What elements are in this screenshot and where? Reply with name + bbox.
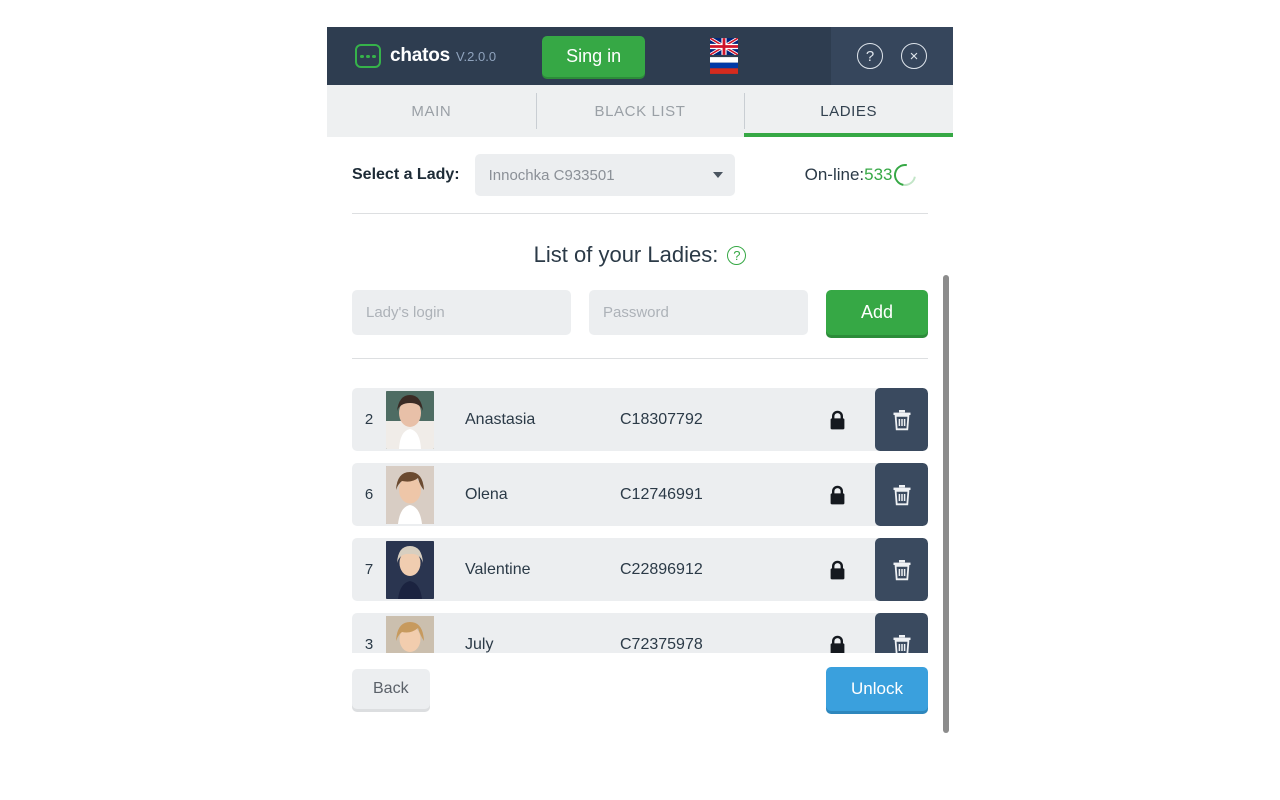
- english-flag-icon[interactable]: [710, 38, 739, 55]
- delete-button[interactable]: [875, 613, 928, 653]
- row-number: 3: [364, 636, 374, 653]
- online-count: 533: [864, 165, 893, 184]
- help-icon[interactable]: ?: [857, 43, 883, 69]
- titlebar: chatos V.2.0.0 Sing in ? ×: [327, 27, 953, 85]
- ladies-list: 2 Anastasia C18307792 6 Olena C12746991 …: [352, 365, 928, 653]
- row-number: 2: [364, 411, 374, 428]
- brand-version: V.2.0.0: [456, 48, 497, 64]
- select-lady-row: Select a Lady: Innochka C933501 On-line:…: [352, 137, 928, 213]
- sign-in-button[interactable]: Sing in: [542, 35, 646, 77]
- lady-code: C12746991: [620, 485, 703, 503]
- list-title: List of your Ladies: ?: [352, 214, 928, 290]
- brand-logo: chatos V.2.0.0: [355, 44, 496, 68]
- language-selector[interactable]: [710, 38, 739, 74]
- question-mark-icon[interactable]: ?: [727, 245, 747, 265]
- lady-name: Olena: [465, 485, 508, 503]
- row-number: 6: [364, 486, 374, 503]
- row-number: 7: [364, 561, 374, 578]
- unlock-button[interactable]: Unlock: [826, 667, 928, 711]
- scrollbar-track[interactable]: [943, 275, 949, 733]
- table-row[interactable]: 6 Olena C12746991: [352, 463, 928, 526]
- lady-password-input[interactable]: [589, 290, 808, 335]
- app-window: chatos V.2.0.0 Sing in ? × MAIN BLACK LI…: [327, 27, 953, 800]
- avatar: [386, 465, 434, 524]
- back-button[interactable]: Back: [352, 669, 430, 709]
- chatos-logo-icon: [355, 44, 381, 68]
- tab-main[interactable]: MAIN: [327, 85, 536, 137]
- close-icon[interactable]: ×: [901, 43, 927, 69]
- online-label: On-line:: [804, 165, 865, 184]
- trash-icon: [893, 559, 910, 580]
- lady-name: Valentine: [465, 560, 531, 578]
- lady-code: C22896912: [620, 560, 703, 578]
- tab-bar: MAIN BLACK LIST LADIES: [327, 85, 953, 137]
- avatar: [386, 540, 434, 599]
- tab-black-list[interactable]: BLACK LIST: [535, 85, 745, 137]
- russian-flag-icon[interactable]: [710, 57, 739, 74]
- brand-name: chatos: [390, 45, 451, 66]
- delete-button[interactable]: [875, 463, 928, 526]
- footer-actions: Back Unlock: [352, 653, 928, 711]
- lady-login-input[interactable]: [352, 290, 571, 335]
- online-status: On-line: 533: [804, 159, 920, 191]
- table-row[interactable]: 3 July C72375978: [352, 613, 928, 653]
- trash-icon: [893, 409, 910, 430]
- add-button[interactable]: Add: [826, 290, 928, 335]
- add-lady-form: Add: [352, 290, 928, 335]
- lock-icon: [830, 410, 845, 429]
- lady-name: Anastasia: [465, 410, 536, 428]
- lady-select-value: Innochka C933501: [488, 166, 615, 184]
- lady-code: C18307792: [620, 410, 703, 428]
- scrollbar-thumb[interactable]: [943, 275, 949, 733]
- trash-icon: [893, 634, 910, 653]
- footer-note: [352, 711, 928, 724]
- lock-icon: [830, 635, 845, 653]
- avatar: [386, 615, 434, 653]
- loading-spinner-icon: [889, 159, 920, 191]
- trash-icon: [893, 484, 910, 505]
- lady-select-dropdown[interactable]: Innochka C933501: [474, 154, 735, 196]
- main-content: Select a Lady: Innochka C933501 On-line:…: [327, 137, 953, 724]
- delete-button[interactable]: [875, 388, 928, 451]
- tab-ladies[interactable]: LADIES: [744, 85, 953, 137]
- delete-button[interactable]: [875, 538, 928, 601]
- lady-name: July: [465, 635, 494, 653]
- list-title-text: List of your Ladies:: [533, 242, 719, 267]
- table-row[interactable]: 2 Anastasia C18307792: [352, 388, 928, 451]
- lock-icon: [830, 485, 845, 504]
- window-controls: ? ×: [831, 27, 953, 85]
- list-separator: [352, 358, 928, 359]
- lady-code: C72375978: [620, 635, 703, 653]
- avatar: [386, 390, 434, 449]
- lock-icon: [830, 560, 845, 579]
- table-row[interactable]: 7 Valentine C22896912: [352, 538, 928, 601]
- chevron-down-icon: [712, 172, 723, 178]
- select-lady-label: Select a Lady:: [352, 166, 460, 183]
